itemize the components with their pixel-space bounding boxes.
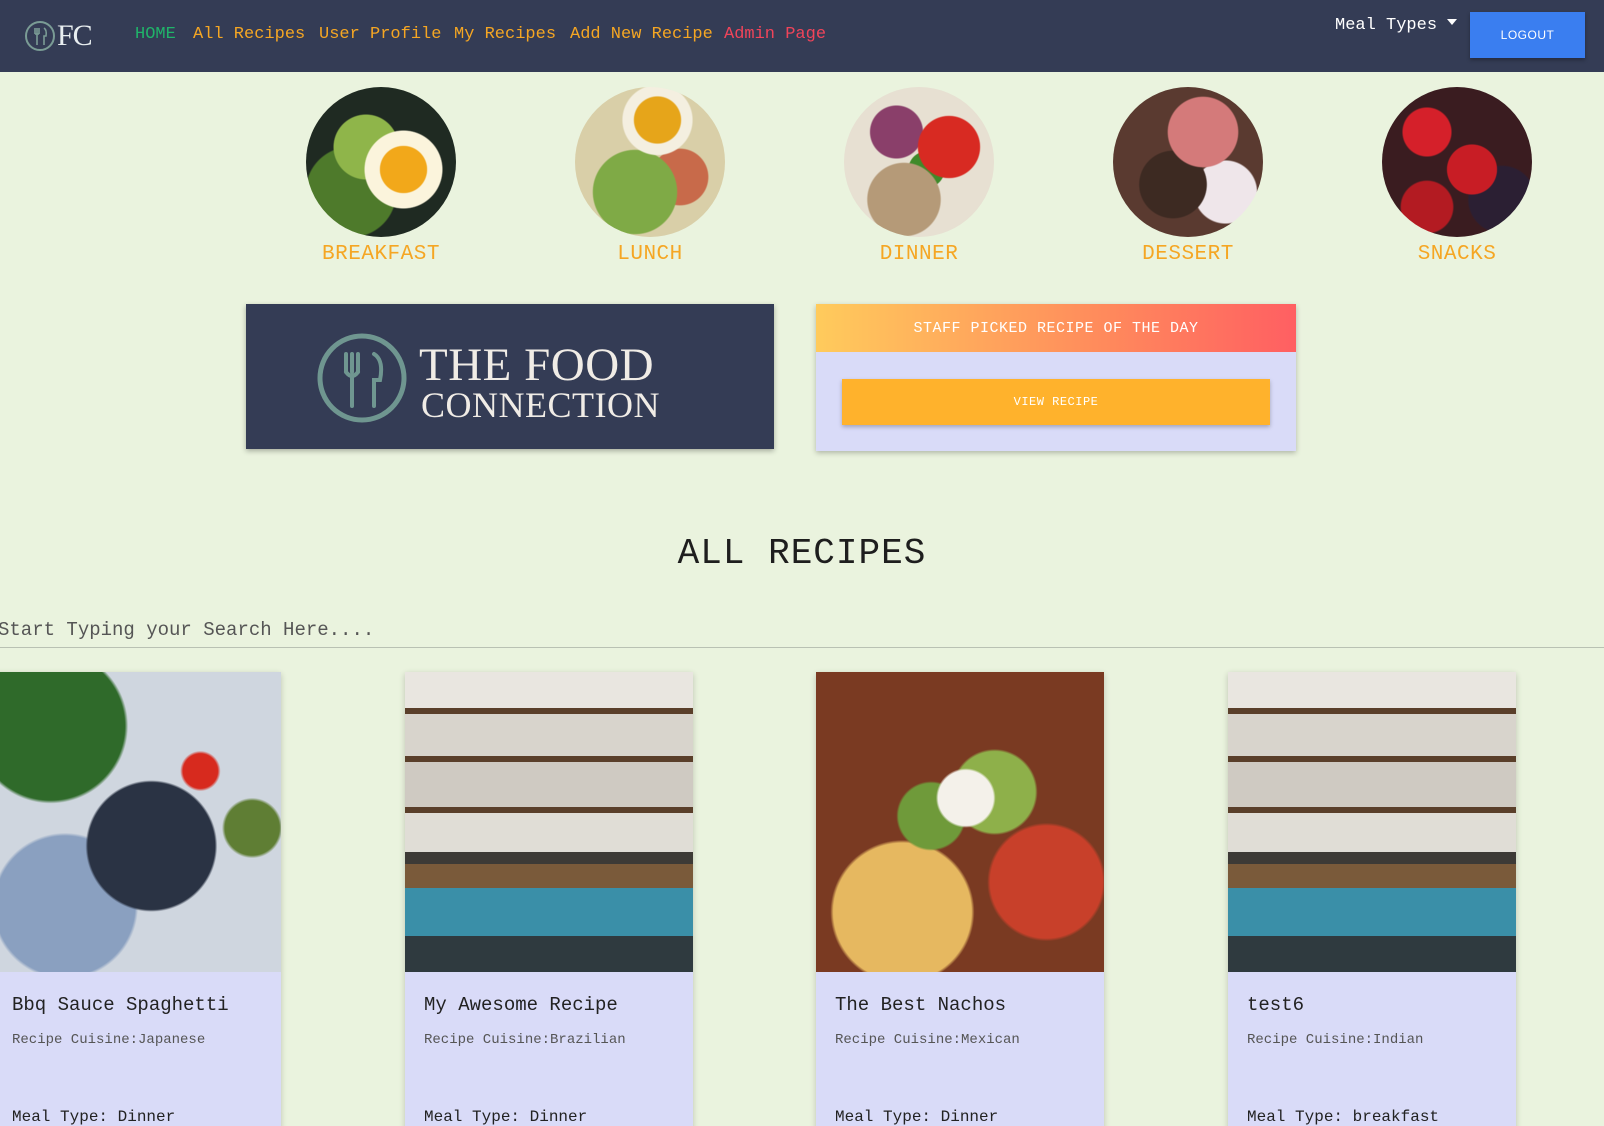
recipe-search-input[interactable] (0, 612, 1604, 648)
staff-pick-card: STAFF PICKED RECIPE OF THE DAY VIEW RECI… (816, 304, 1296, 451)
meal-category-breakfast[interactable]: BREAKFAST (301, 87, 461, 266)
banner-title-line2: CONNECTION (421, 385, 660, 425)
meal-label: BREAKFAST (322, 243, 440, 266)
meal-category-dinner[interactable]: DINNER (839, 87, 999, 266)
recipe-cuisine: Recipe Cuisine:Indian (1247, 1032, 1424, 1048)
dinner-image (844, 87, 994, 237)
recipe-image (405, 672, 693, 972)
meal-types-label: Meal Types (1335, 16, 1438, 35)
meal-category-dessert[interactable]: DESSERT (1108, 87, 1268, 266)
recipe-title: My Awesome Recipe (424, 994, 618, 1016)
recipe-image (0, 672, 281, 972)
meal-category-lunch[interactable]: LUNCH (570, 87, 730, 266)
meal-types-dropdown[interactable]: Meal Types (1335, 16, 1458, 35)
all-recipes-title: ALL RECIPES (677, 533, 927, 574)
recipe-cuisine: Recipe Cuisine:Brazilian (424, 1032, 626, 1048)
nav-add-new-recipe[interactable]: Add New Recipe (570, 25, 713, 44)
lunch-image (575, 87, 725, 237)
fork-knife-icon (317, 333, 407, 423)
logout-button[interactable]: LOGOUT (1470, 12, 1585, 58)
snacks-image (1382, 87, 1532, 237)
meal-label: SNACKS (1417, 243, 1497, 266)
recipe-title: The Best Nachos (835, 994, 1007, 1016)
meal-label: LUNCH (617, 243, 683, 266)
view-recipe-button[interactable]: VIEW RECIPE (842, 379, 1270, 425)
recipe-cuisine: Recipe Cuisine:Mexican (835, 1032, 1020, 1048)
food-connection-banner: THE FOOD CONNECTION (246, 304, 774, 449)
recipe-meal-type: Meal Type: Dinner (835, 1108, 999, 1126)
meal-label: DINNER (879, 243, 959, 266)
recipe-image (1228, 672, 1516, 972)
nav-my-recipes[interactable]: My Recipes (454, 25, 556, 44)
nav-admin-page[interactable]: Admin Page (724, 25, 826, 44)
staff-pick-header: STAFF PICKED RECIPE OF THE DAY (816, 304, 1296, 352)
recipe-meal-type: Meal Type: breakfast (1247, 1108, 1440, 1126)
meal-category-snacks[interactable]: SNACKS (1377, 87, 1537, 266)
brand-text: FC (57, 19, 93, 52)
meal-label: DESSERT (1142, 243, 1234, 266)
caret-down-icon (1447, 19, 1458, 25)
brand-logo[interactable]: FC (24, 16, 93, 56)
recipe-card[interactable]: test6 Recipe Cuisine:Indian Meal Type: b… (1228, 672, 1516, 1126)
nav-user-profile[interactable]: User Profile (319, 25, 441, 44)
navbar: FC HOME All Recipes User Profile My Reci… (0, 0, 1604, 72)
recipe-image (816, 672, 1104, 972)
nav-all-recipes[interactable]: All Recipes (193, 25, 305, 44)
recipe-cuisine: Recipe Cuisine:Japanese (12, 1032, 206, 1048)
recipe-meal-type: Meal Type: Dinner (12, 1108, 176, 1126)
breakfast-image (306, 87, 456, 237)
nav-home[interactable]: HOME (135, 25, 176, 44)
recipe-card[interactable]: The Best Nachos Recipe Cuisine:Mexican M… (816, 672, 1104, 1126)
fork-knife-icon (25, 21, 55, 51)
recipe-title: test6 (1247, 994, 1305, 1016)
recipe-meal-type: Meal Type: Dinner (424, 1108, 588, 1126)
recipe-card[interactable]: Bbq Sauce Spaghetti Recipe Cuisine:Japan… (0, 672, 281, 1126)
recipe-card[interactable]: My Awesome Recipe Recipe Cuisine:Brazili… (405, 672, 693, 1126)
recipe-title: Bbq Sauce Spaghetti (12, 994, 229, 1016)
dessert-image (1113, 87, 1263, 237)
